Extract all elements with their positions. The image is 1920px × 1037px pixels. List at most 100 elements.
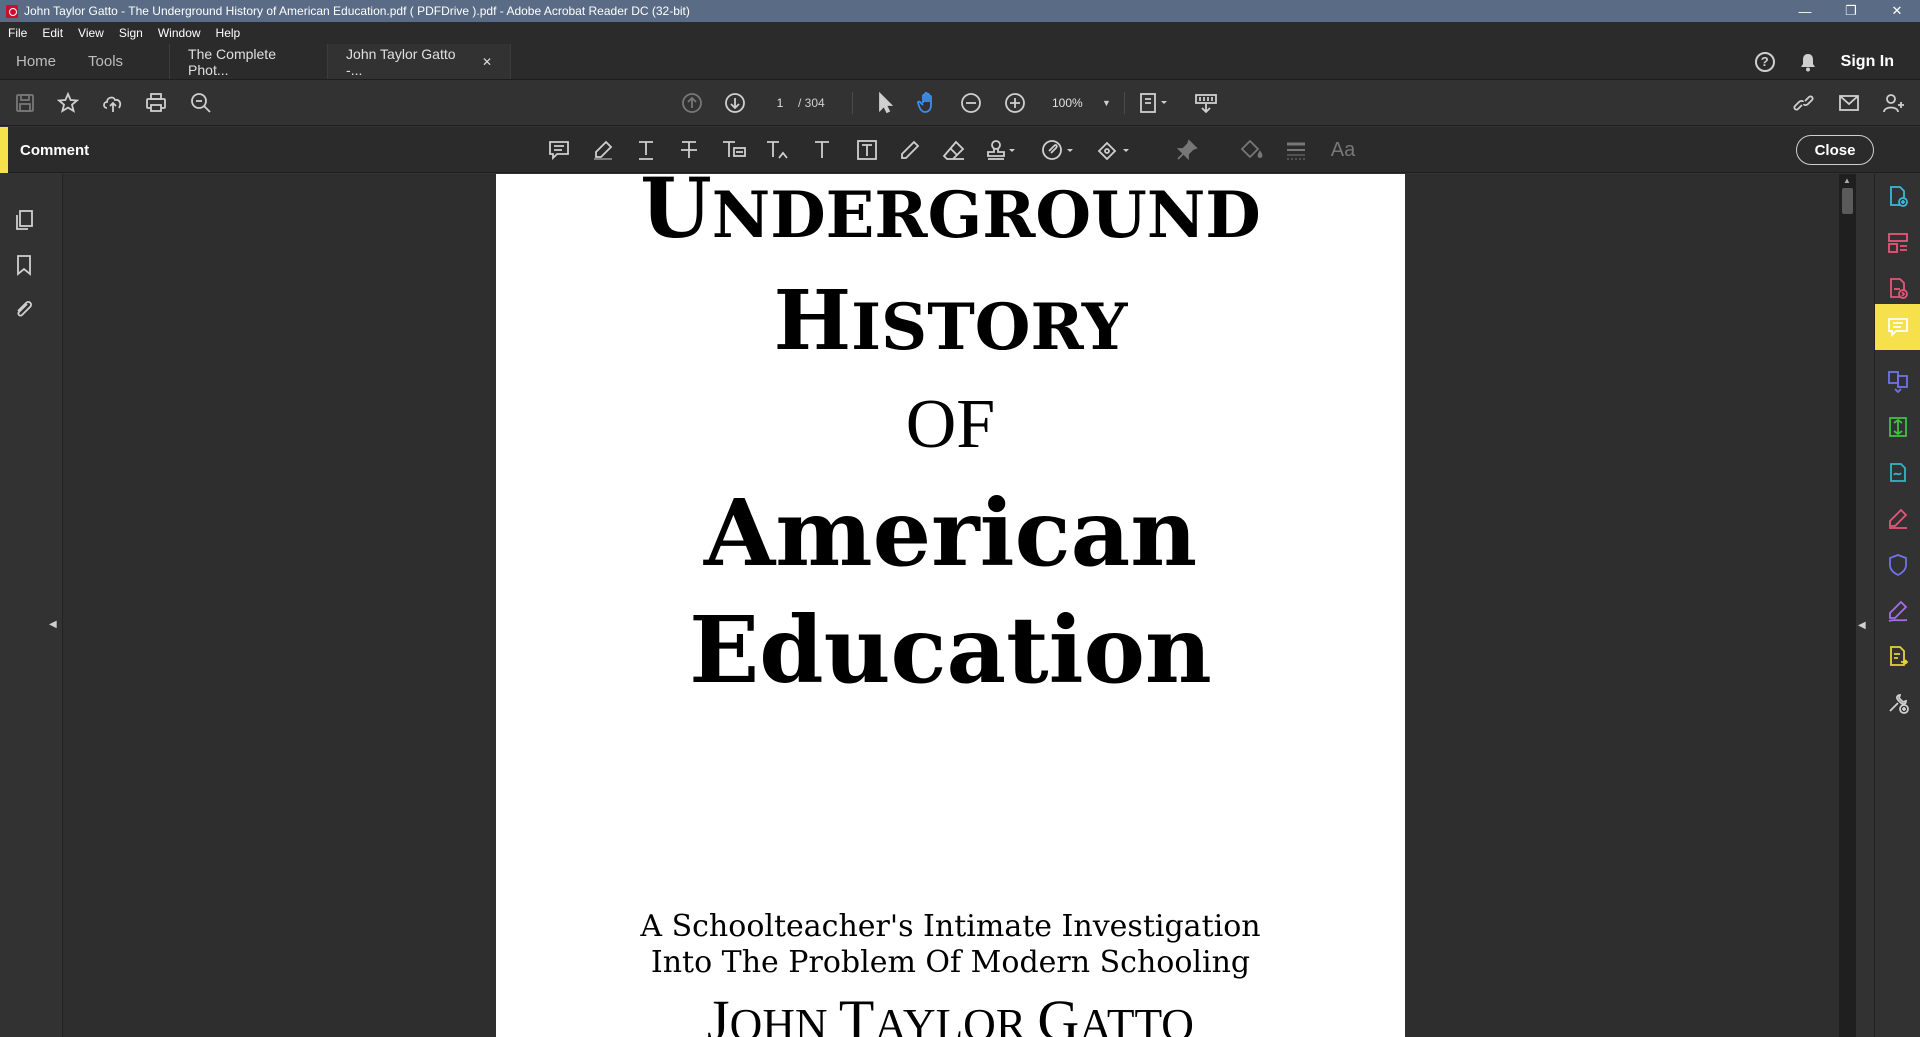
- toolbar-divider: [852, 92, 853, 114]
- edit-pdf-icon[interactable]: [1875, 496, 1920, 542]
- replace-text-icon[interactable]: [719, 137, 749, 163]
- create-pdf-icon[interactable]: [1875, 174, 1920, 220]
- document-title-line-3: OF: [905, 386, 996, 463]
- author-rest-1: OHN: [729, 1000, 839, 1037]
- close-window-icon[interactable]: ✕: [1874, 0, 1920, 22]
- menu-help[interactable]: Help: [216, 26, 241, 40]
- close-comment-button[interactable]: Close: [1796, 135, 1874, 165]
- fill-sign-icon[interactable]: [1875, 588, 1920, 634]
- comment-label: Comment: [20, 141, 90, 159]
- insert-text-icon[interactable]: [763, 137, 793, 163]
- send-for-review-icon[interactable]: [1875, 634, 1920, 680]
- collapse-right-panel-icon[interactable]: ◀: [1858, 620, 1866, 631]
- document-title-line-4: American: [703, 479, 1198, 587]
- scrollbar-thumb[interactable]: [1842, 188, 1853, 214]
- protect-shield-icon[interactable]: [1875, 542, 1920, 588]
- menu-window[interactable]: Window: [158, 26, 201, 40]
- more-tools-icon[interactable]: [1875, 680, 1920, 726]
- collapse-left-panel-icon[interactable]: ◀: [49, 619, 57, 630]
- fill-and-sign-scan-icon[interactable]: [1875, 450, 1920, 496]
- strikethrough-text-icon[interactable]: [675, 137, 703, 163]
- attachments-paperclip-icon[interactable]: [12, 298, 36, 322]
- zoom-out-icon[interactable]: [958, 90, 984, 116]
- select-cursor-icon[interactable]: [872, 90, 898, 116]
- fill-color-icon[interactable]: [1238, 137, 1266, 163]
- tab-document-1[interactable]: The Complete Phot...: [169, 44, 327, 79]
- main-toolbar: 1 / 304 100% ▼: [0, 80, 1920, 126]
- compress-pdf-icon[interactable]: [1875, 404, 1920, 450]
- title-bar: John Taylor Gatto - The Underground Hist…: [0, 0, 1920, 22]
- help-icon[interactable]: ?: [1754, 51, 1775, 72]
- toolbar-divider: [1124, 92, 1125, 114]
- email-icon[interactable]: [1835, 90, 1863, 116]
- menu-file[interactable]: File: [8, 26, 27, 40]
- close-tab-icon[interactable]: ✕: [482, 55, 492, 69]
- add-text-icon[interactable]: [808, 137, 836, 163]
- stamp-icon[interactable]: [984, 137, 1018, 163]
- tab-home[interactable]: Home: [0, 44, 72, 79]
- previous-page-icon[interactable]: [679, 90, 705, 116]
- cloud-upload-icon[interactable]: [100, 90, 126, 116]
- chevron-down-icon[interactable]: ▼: [1102, 91, 1111, 115]
- page-number-input[interactable]: 1: [764, 91, 796, 115]
- pin-icon[interactable]: [1173, 137, 1201, 163]
- vertical-scrollbar[interactable]: ▲: [1839, 174, 1856, 1037]
- menu-edit[interactable]: Edit: [42, 26, 63, 40]
- comment-tool-icon[interactable]: [1875, 304, 1920, 350]
- eraser-icon[interactable]: [940, 137, 968, 163]
- bookmarks-icon[interactable]: [12, 253, 36, 277]
- pencil-draw-icon[interactable]: [896, 137, 924, 163]
- tab-document-2[interactable]: John Taylor Gatto -... ✕: [327, 44, 512, 79]
- bookmark-star-icon[interactable]: [55, 90, 81, 116]
- text-box-icon[interactable]: [853, 137, 881, 163]
- line-weight-icon[interactable]: [1282, 137, 1310, 163]
- find-zoom-icon[interactable]: [188, 90, 214, 116]
- tabbar-right: ? Sign In: [1754, 44, 1920, 79]
- title-line-2-rest: ISTORY: [851, 290, 1128, 365]
- title-line-2-initial: H: [773, 273, 852, 369]
- window-controls: — ❐ ✕: [1782, 0, 1920, 22]
- author-rest-2: AYLOR: [874, 1000, 1038, 1037]
- tab-document-1-label: The Complete Phot...: [188, 45, 276, 78]
- next-page-icon[interactable]: [722, 90, 748, 116]
- author-initial-2: T: [838, 988, 875, 1037]
- save-icon[interactable]: [12, 90, 38, 116]
- attach-file-icon[interactable]: [1040, 137, 1076, 163]
- document-author: JOHN TAYLOR GATTO: [496, 992, 1405, 1037]
- organize-pages-icon[interactable]: [1875, 220, 1920, 266]
- menu-sign[interactable]: Sign: [119, 26, 143, 40]
- highlighter-icon[interactable]: [589, 137, 617, 163]
- author-initial-1: J: [707, 988, 730, 1037]
- page-fit-icon[interactable]: [1138, 90, 1172, 116]
- notifications-bell-icon[interactable]: [1799, 52, 1817, 72]
- document-viewport[interactable]: UNDERGROUND HISTORY OF American Educatio…: [63, 174, 1839, 1037]
- tab-tools[interactable]: Tools: [72, 44, 139, 79]
- page-thumbnails-icon[interactable]: [12, 208, 36, 232]
- add-user-icon[interactable]: [1880, 90, 1908, 116]
- sticky-note-icon[interactable]: [545, 137, 573, 163]
- menu-view[interactable]: View: [78, 26, 104, 40]
- author-initial-3: G: [1037, 988, 1080, 1037]
- font-size-icon[interactable]: Aa: [1326, 137, 1360, 163]
- comment-toolbar: Comment Aa Close: [0, 127, 1920, 173]
- minimize-icon[interactable]: —: [1782, 0, 1828, 22]
- title-line-1-initial: U: [640, 174, 712, 257]
- print-icon[interactable]: [143, 90, 169, 116]
- read-mode-icon[interactable]: [1192, 90, 1220, 116]
- left-navigation-panel: ◀: [0, 174, 63, 1037]
- sign-in-button[interactable]: Sign In: [1841, 53, 1894, 71]
- zoom-in-icon[interactable]: [1002, 90, 1028, 116]
- combine-files-icon[interactable]: [1875, 358, 1920, 404]
- scroll-up-icon[interactable]: ▲: [1843, 176, 1851, 185]
- window-title: John Taylor Gatto - The Underground Hist…: [24, 4, 690, 18]
- share-link-icon[interactable]: [1790, 90, 1818, 116]
- underline-text-icon[interactable]: [632, 137, 660, 163]
- comment-accent-bar: [0, 127, 8, 173]
- document-subtitle-line-1: A Schoolteacher's Intimate Investigation: [640, 909, 1261, 944]
- document-subtitle-line-2: Into The Problem Of Modern Schooling: [650, 945, 1251, 980]
- title-line-1-rest: NDERGROUND: [711, 178, 1261, 253]
- hand-tool-icon[interactable]: [915, 90, 941, 116]
- restore-icon[interactable]: ❐: [1828, 0, 1874, 22]
- shapes-icon[interactable]: [1096, 137, 1132, 163]
- document-title-line-1: UNDERGROUND: [496, 174, 1405, 250]
